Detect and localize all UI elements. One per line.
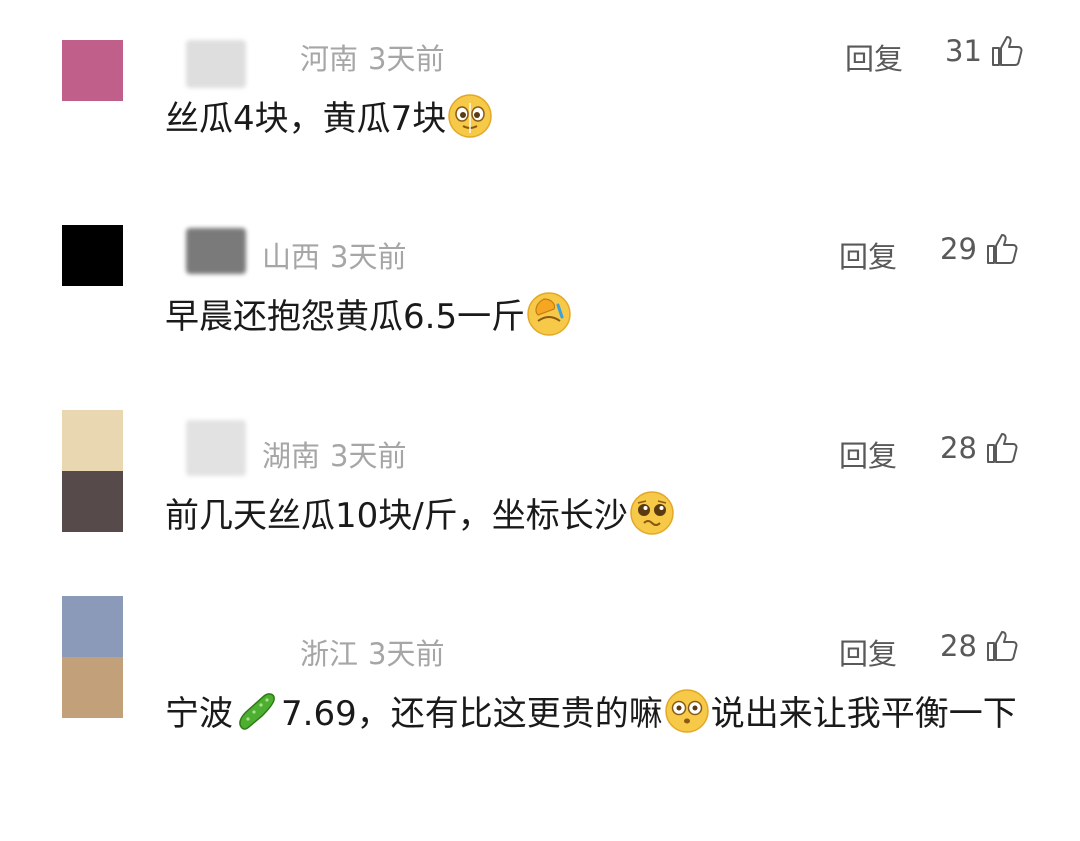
timestamp: 3天前 xyxy=(330,240,407,274)
location-label: 湖南 xyxy=(262,439,321,473)
cucumber-emoji xyxy=(239,693,275,730)
reply-button[interactable]: 回复 xyxy=(845,36,903,78)
comment-meta: 湖南 3天前 xyxy=(262,433,406,475)
like-count: 29 xyxy=(940,232,977,266)
like-button[interactable]: 29 xyxy=(940,232,1019,266)
avatar-bottom xyxy=(62,657,123,718)
comment-meta: 浙江 3天前 xyxy=(300,631,444,673)
avatar[interactable] xyxy=(62,225,123,286)
thumbs-up-icon xyxy=(986,631,1018,661)
avatar[interactable] xyxy=(62,40,123,101)
comment-text: 丝瓜4块，黄瓜7块 xyxy=(165,90,1045,148)
like-button[interactable]: 28 xyxy=(940,629,1019,663)
timestamp: 3天前 xyxy=(368,42,445,76)
like-count: 28 xyxy=(940,431,977,465)
surprised-face-emoji xyxy=(664,689,709,733)
facepalm-emoji xyxy=(527,292,571,336)
avatar-bottom xyxy=(62,471,123,532)
username-blurred[interactable] xyxy=(186,228,246,274)
avatar-top xyxy=(62,410,123,471)
comment-meta: 河南 3天前 xyxy=(300,36,444,78)
like-button[interactable]: 31 xyxy=(945,34,1024,68)
location-label: 河南 xyxy=(300,42,359,76)
avatar[interactable] xyxy=(62,410,123,532)
timestamp: 3天前 xyxy=(368,637,445,671)
location-label: 山西 xyxy=(262,240,321,274)
thumbs-up-icon xyxy=(991,36,1023,66)
username-blurred[interactable] xyxy=(186,40,246,88)
location-label: 浙江 xyxy=(300,637,359,671)
thumbs-up-icon xyxy=(986,433,1018,463)
reply-button[interactable]: 回复 xyxy=(839,234,897,276)
smile-with-tear-emoji xyxy=(448,94,493,138)
pleading-face-emoji xyxy=(629,491,674,535)
reply-button[interactable]: 回复 xyxy=(839,433,897,475)
like-count: 28 xyxy=(940,629,977,663)
comment-meta: 山西 3天前 xyxy=(262,234,406,276)
comment-text: 早晨还抱怨黄瓜6.5一斤 xyxy=(165,288,1045,346)
comment-text: 宁波 7.69，还有比这更贵的嘛 说出来让我平衡一下 xyxy=(165,685,1045,743)
username-blurred[interactable] xyxy=(186,420,246,476)
avatar[interactable] xyxy=(62,596,123,718)
timestamp: 3天前 xyxy=(330,439,407,473)
thumbs-up-icon xyxy=(986,234,1018,264)
like-button[interactable]: 28 xyxy=(940,431,1019,465)
like-count: 31 xyxy=(945,34,982,68)
comment-text: 前几天丝瓜10块/斤，坐标长沙 xyxy=(165,487,1045,545)
avatar-top xyxy=(62,596,123,657)
reply-button[interactable]: 回复 xyxy=(839,631,897,673)
